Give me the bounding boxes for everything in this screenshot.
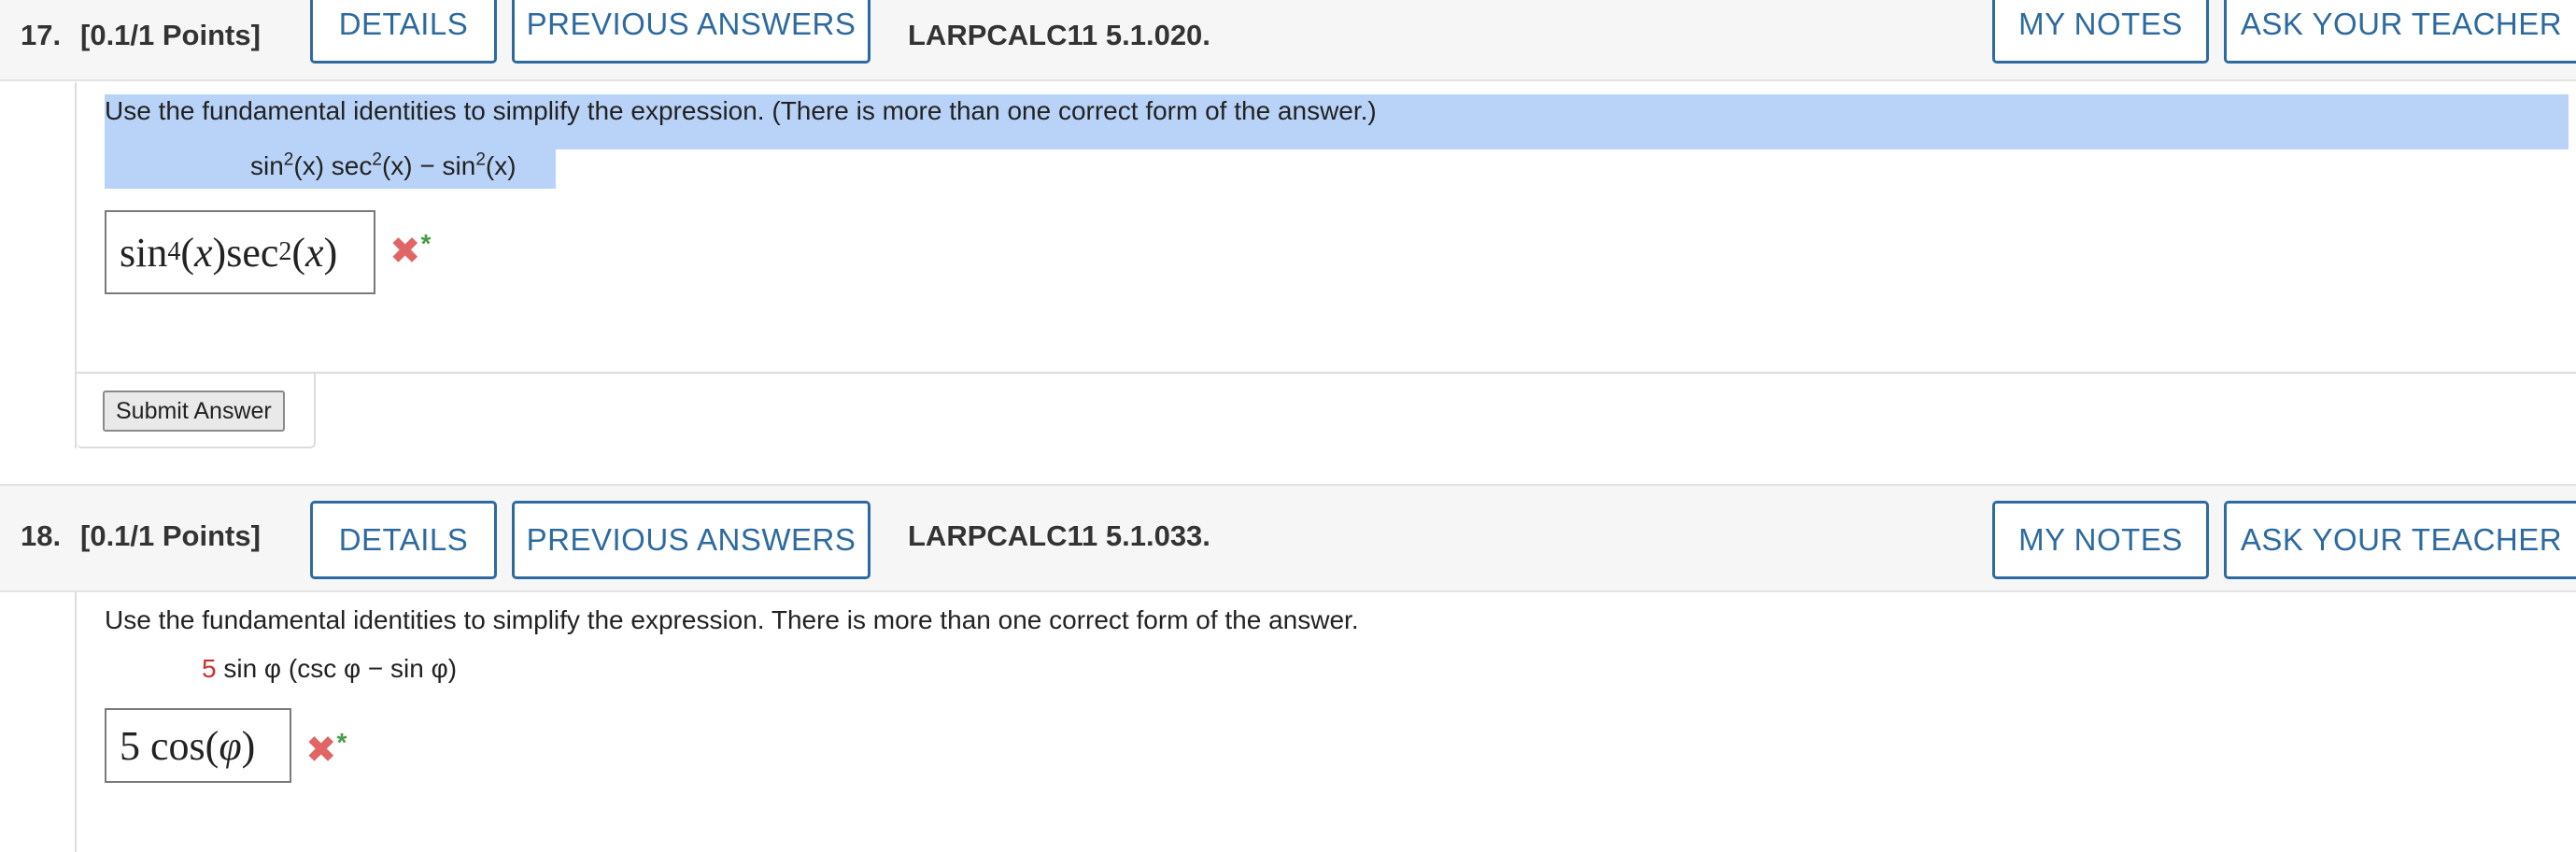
divider — [77, 372, 2576, 374]
answer-field[interactable]: sin 4(x) sec 2(x) — [105, 210, 375, 294]
previous-answers-button[interactable]: PREVIOUS ANSWERS — [512, 0, 870, 64]
question-number: 17. — [21, 19, 62, 51]
my-notes-button[interactable]: MY NOTES — [1992, 501, 2209, 579]
incorrect-x-icon: ✖* — [389, 229, 432, 273]
ask-your-teacher-button[interactable]: ASK YOUR TEACHER — [2224, 501, 2576, 579]
details-button[interactable]: DETAILS — [310, 501, 497, 579]
coefficient: 5 — [202, 654, 217, 683]
question-prompt: Use the fundamental identities to simpli… — [105, 605, 1359, 634]
previous-answers-button[interactable]: PREVIOUS ANSWERS — [512, 501, 870, 579]
incorrect-x-icon: ✖* — [305, 728, 347, 772]
answer-field[interactable]: 5 cos(φ) — [105, 708, 291, 783]
question-points: [0.1/1 Points] — [80, 19, 261, 51]
question-code: LARPCALC11 5.1.033. — [908, 519, 1210, 552]
submit-area: Submit Answer — [77, 372, 316, 448]
question-number: 18. — [21, 519, 62, 552]
question-code: LARPCALC11 5.1.020. — [908, 19, 1210, 51]
submit-answer-button[interactable]: Submit Answer — [103, 390, 285, 432]
math-expression: sin2(x) sec2(x) − sin2(x) — [250, 149, 517, 180]
details-button[interactable]: DETAILS — [310, 0, 497, 64]
question-17-body: Use the fundamental identities to simpli… — [75, 82, 2576, 448]
my-notes-button[interactable]: MY NOTES — [1992, 0, 2209, 64]
question-18-header: 18. [0.1/1 Points] DETAILS PREVIOUS ANSW… — [0, 484, 2576, 592]
ask-your-teacher-button[interactable]: ASK YOUR TEACHER — [2224, 0, 2576, 64]
question-prompt: Use the fundamental identities to simpli… — [105, 96, 1377, 125]
question-points: [0.1/1 Points] — [80, 519, 261, 552]
question-17-header: 17. [0.1/1 Points] DETAILS PREVIOUS ANSW… — [0, 0, 2576, 81]
math-expression: 5 sin φ (csc φ − sin φ) — [202, 654, 458, 683]
question-18-body: Use the fundamental identities to simpli… — [75, 592, 2576, 852]
